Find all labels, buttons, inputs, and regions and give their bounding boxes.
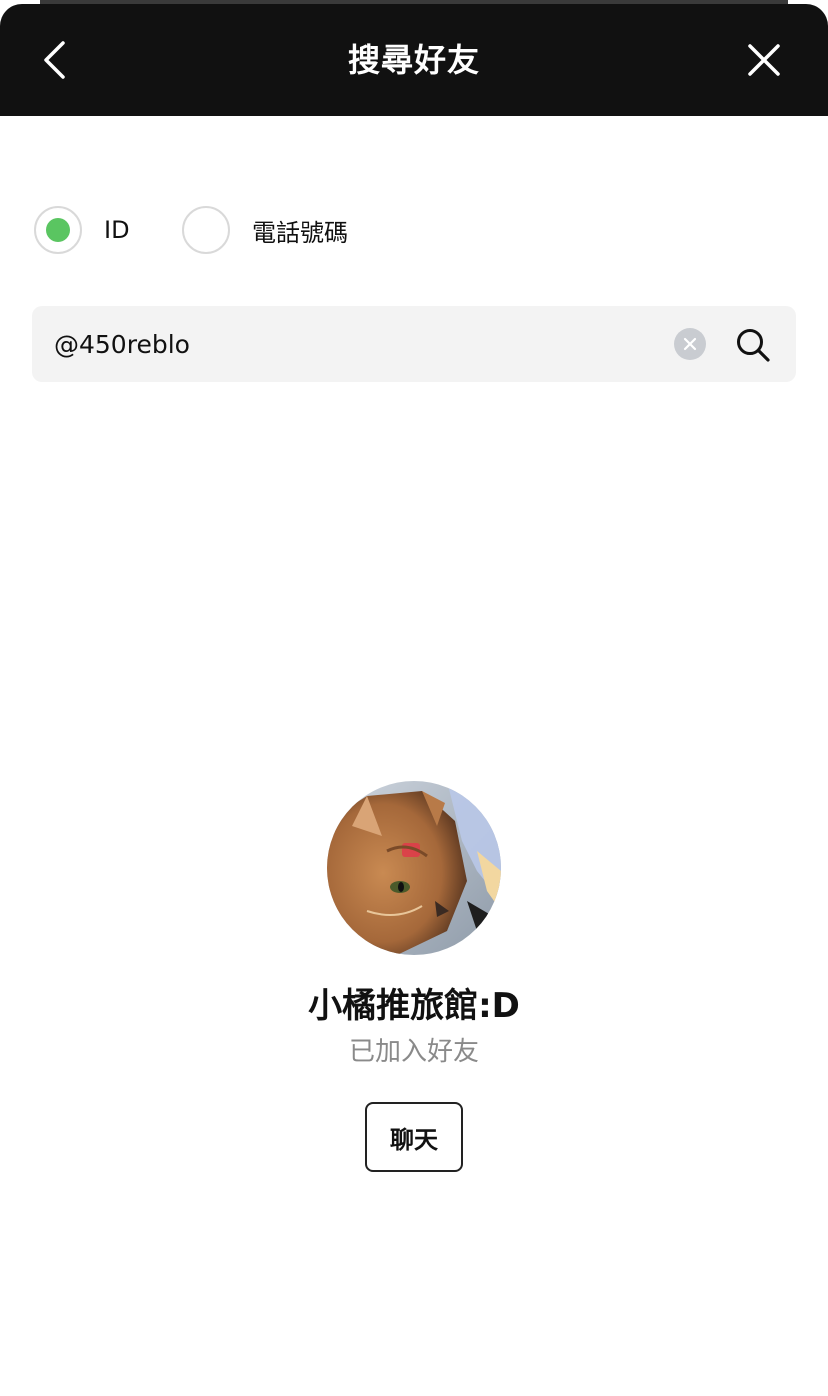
cat-avatar-image <box>327 781 501 955</box>
radio-option-id[interactable]: ID <box>34 206 130 254</box>
radio-label-id: ID <box>104 216 130 244</box>
search-input[interactable] <box>54 306 664 382</box>
chat-button[interactable]: 聊天 <box>365 1102 463 1172</box>
chevron-left-icon <box>44 41 65 79</box>
clear-icon <box>683 337 697 351</box>
header-bar: 搜尋好友 <box>0 4 828 116</box>
radio-selected-dot <box>46 218 70 242</box>
clear-button[interactable] <box>674 328 706 360</box>
search-icon <box>737 329 770 362</box>
radio-label-phone: 電話號碼 <box>252 218 348 247</box>
back-button[interactable] <box>28 34 80 86</box>
result-name: 小橘推旅館:D <box>308 986 520 1026</box>
page-title: 搜尋好友 <box>347 41 480 79</box>
avatar[interactable] <box>327 781 501 955</box>
search-button[interactable] <box>732 324 774 366</box>
search-type-selector: ID 電話號碼 <box>34 206 794 254</box>
radio-button-id[interactable] <box>34 206 82 254</box>
close-button[interactable] <box>738 34 790 86</box>
radio-option-phone[interactable]: 電話號碼 <box>182 206 348 254</box>
close-icon <box>748 44 780 76</box>
friend-status: 已加入好友 <box>348 1037 479 1067</box>
search-box <box>32 306 796 382</box>
radio-button-phone[interactable] <box>182 206 230 254</box>
